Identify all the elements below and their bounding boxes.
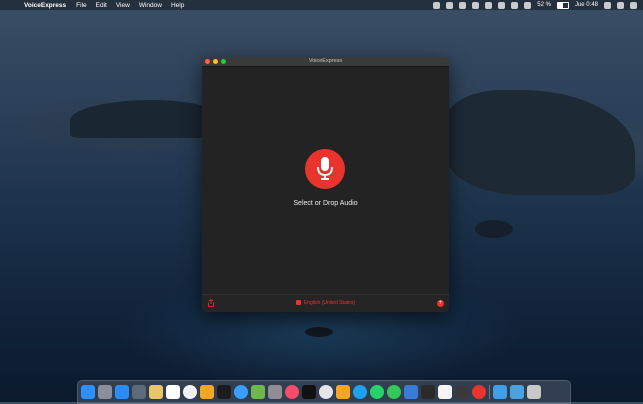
preview-icon[interactable] — [132, 385, 146, 399]
island-right — [445, 90, 635, 195]
tv-icon[interactable] — [302, 385, 316, 399]
display-status-icon[interactable] — [459, 1, 467, 9]
app-store-icon[interactable] — [115, 385, 129, 399]
bluetooth-icon[interactable] — [511, 1, 519, 9]
find-my-icon[interactable] — [387, 385, 401, 399]
clock[interactable]: Jue 0:48 — [575, 2, 598, 8]
microphone-icon — [317, 157, 333, 180]
alert-icon[interactable] — [472, 385, 486, 399]
menu-view[interactable]: View — [116, 2, 130, 9]
siri-icon[interactable] — [617, 1, 624, 9]
music-icon[interactable] — [285, 385, 299, 399]
notification-center-icon[interactable] — [630, 1, 637, 9]
launchpad-icon[interactable] — [98, 385, 112, 399]
time-machine-icon[interactable] — [485, 1, 493, 9]
menu-bar: VoiceExpress File Edit View Window Help … — [0, 0, 643, 10]
spotlight-search-icon[interactable] — [604, 1, 611, 9]
maps-icon[interactable] — [251, 385, 265, 399]
battery-icon[interactable] — [556, 1, 569, 9]
menu-file[interactable]: File — [76, 2, 86, 9]
menu-app-name[interactable]: VoiceExpress — [24, 2, 66, 9]
wifi-icon[interactable] — [524, 1, 532, 9]
battery-percentage: 52 % — [537, 2, 551, 8]
bolt-status-icon[interactable] — [446, 1, 454, 9]
safari-icon[interactable] — [234, 385, 248, 399]
finder-icon[interactable] — [81, 385, 95, 399]
textedit-icon[interactable] — [438, 385, 452, 399]
status-area: 52 % Jue 0:48 — [433, 0, 637, 10]
downloads-folder-icon[interactable] — [493, 385, 507, 399]
island-left — [70, 100, 220, 138]
menu-edit[interactable]: Edit — [96, 2, 107, 9]
reminders-icon[interactable] — [183, 385, 197, 399]
bottom-toolbar: English (United States) + — [202, 294, 449, 312]
twitter-icon[interactable] — [353, 385, 367, 399]
language-label: English (United States) — [303, 300, 356, 306]
dock-separator — [489, 385, 490, 399]
select-audio-button[interactable] — [305, 149, 345, 189]
airplay-icon[interactable] — [472, 1, 480, 9]
cloud-status-icon[interactable] — [433, 1, 441, 9]
window-title: VoiceExpress — [308, 58, 343, 64]
system-preferences-icon[interactable] — [268, 385, 282, 399]
notes-icon[interactable] — [149, 385, 163, 399]
drop-audio-label: Select or Drop Audio — [293, 200, 358, 207]
trash-icon[interactable] — [527, 385, 541, 399]
voiceexpress-icon[interactable] — [455, 385, 469, 399]
title-bar[interactable]: VoiceExpress — [202, 57, 449, 67]
add-button[interactable]: + — [437, 300, 444, 307]
stocks-icon[interactable] — [217, 385, 231, 399]
apple-menu-icon[interactable] — [8, 1, 16, 9]
menu-window[interactable]: Window — [139, 2, 162, 9]
whatsapp-icon[interactable] — [370, 385, 384, 399]
terminal-icon[interactable] — [421, 385, 435, 399]
volume-icon[interactable] — [498, 1, 506, 9]
language-selector[interactable]: English (United States) — [202, 300, 449, 306]
xcode-icon[interactable] — [404, 385, 418, 399]
dock — [77, 380, 571, 404]
documents-folder-icon[interactable] — [510, 385, 524, 399]
home-icon[interactable] — [336, 385, 350, 399]
menu-help[interactable]: Help — [171, 2, 184, 9]
speech-bubble-icon — [295, 300, 301, 305]
rock-small — [475, 220, 513, 238]
photos-icon[interactable] — [200, 385, 214, 399]
voiceexpress-window: VoiceExpress Select or Drop Audio Englis… — [202, 57, 449, 312]
calendar-icon[interactable] — [166, 385, 180, 399]
chrome-icon[interactable] — [319, 385, 333, 399]
rock-bottom — [305, 327, 333, 337]
